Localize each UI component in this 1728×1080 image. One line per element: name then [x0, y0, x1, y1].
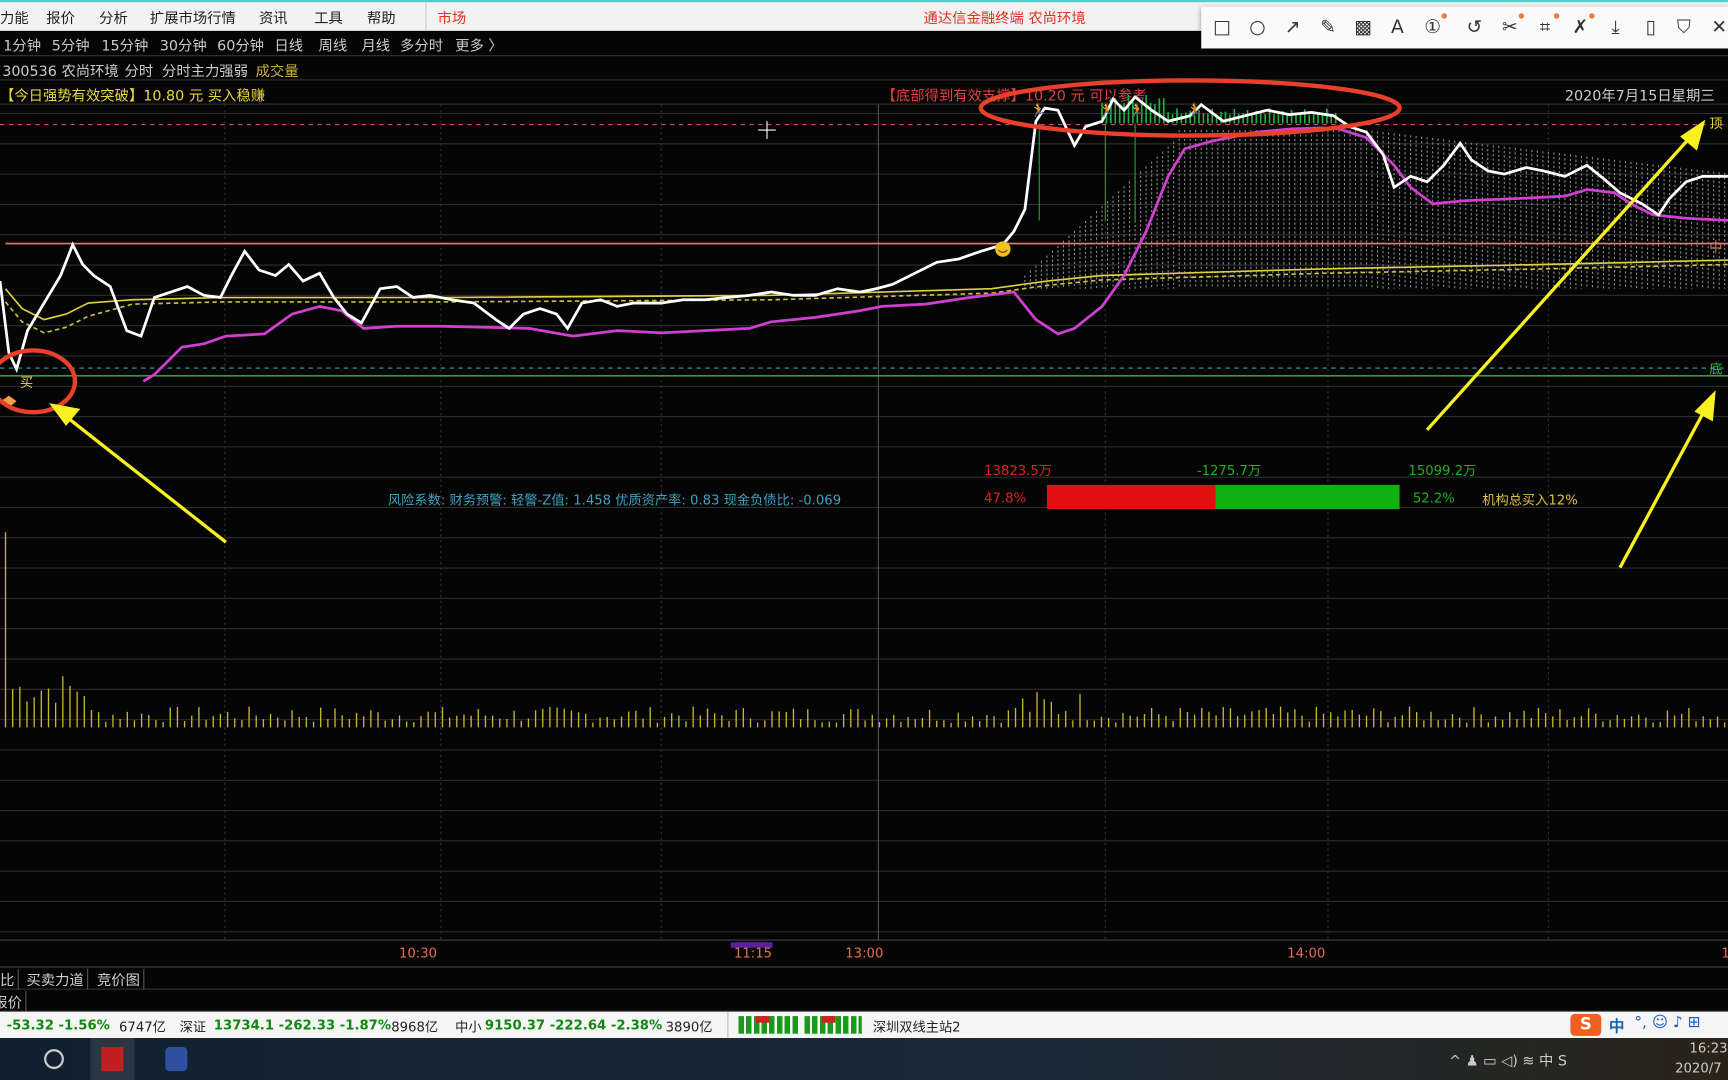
- time-label-end: 1: [1721, 946, 1728, 961]
- quote-row: 报价: [0, 989, 1728, 1012]
- ime-toolbar-icons[interactable]: °, ☺ ♪ ⊞: [1634, 1014, 1700, 1032]
- buy-amount: 15099.2万: [1408, 462, 1477, 479]
- status-bar: -53.32 -1.56% 6747亿 深证 13734.1 -262.33 -…: [0, 1011, 1728, 1039]
- phone-icon[interactable]: ▯: [1639, 15, 1663, 39]
- pin-icon[interactable]: ✗: [1568, 13, 1595, 39]
- sell-percent: 47.8%: [984, 490, 1027, 506]
- cut-icon[interactable]: ✂: [1498, 13, 1525, 39]
- runner-icon: 🏃: [1128, 103, 1144, 119]
- pencil-icon[interactable]: ✎: [1316, 15, 1340, 39]
- ime-mode[interactable]: 中: [1609, 1015, 1624, 1037]
- runner-icon: 🏃: [1099, 103, 1115, 119]
- taskbar-app-icon[interactable]: [165, 1046, 188, 1072]
- screenshot-icon[interactable]: ⌗: [1533, 13, 1560, 39]
- tab-buy-sell-force[interactable]: 买卖力道: [26, 968, 89, 990]
- text-icon[interactable]: A: [1385, 15, 1409, 39]
- annotation-arrows: [49, 119, 1716, 569]
- time-label-1400: 14:00: [1287, 945, 1326, 961]
- sell-ratio-bar: [1046, 484, 1216, 510]
- average-line-dashed: [4, 263, 1728, 334]
- tab-auction-chart[interactable]: 竞价图: [97, 968, 145, 990]
- undo-icon[interactable]: ↺: [1462, 15, 1486, 39]
- top-label: 顶: [1709, 115, 1723, 132]
- arrow-line: [1425, 133, 1694, 431]
- time-label-1300: 13:00: [845, 945, 884, 961]
- rectangle-icon[interactable]: □: [1210, 15, 1234, 39]
- buy-ratio-bar: [1215, 484, 1400, 510]
- breadth-up: [755, 1016, 770, 1023]
- time-label-1030: 10:30: [398, 945, 438, 961]
- download-icon[interactable]: ⤓: [1603, 15, 1627, 39]
- sz-volume: 8968亿: [391, 1019, 439, 1035]
- clock-date[interactable]: 2020/7: [1675, 1060, 1722, 1075]
- net-amount: -1275.7万: [1196, 462, 1262, 479]
- tab-quote[interactable]: 报价: [0, 990, 27, 1012]
- mosaic-icon[interactable]: ▩: [1351, 15, 1375, 39]
- server-name[interactable]: 深圳双线主站2: [873, 1017, 961, 1036]
- crosshair-cursor-icon: [758, 121, 776, 139]
- time-label-1115: 11:15: [733, 945, 773, 961]
- sz-index: 13734.1 -262.33 -1.87%: [213, 1017, 392, 1033]
- institution-buy: 机构总买入12%: [1482, 492, 1578, 509]
- clock-time[interactable]: 16:23: [1689, 1040, 1727, 1055]
- bookmark-icon[interactable]: ⛉: [1672, 15, 1696, 39]
- arrow-icon[interactable]: ↗: [1281, 15, 1305, 39]
- bottom-label: 底: [1709, 361, 1723, 377]
- zx-volume: 3890亿: [665, 1019, 713, 1035]
- tdx-terminal-window: 力能 报价 分析 扩展市场行情 资讯 工具 帮助 市场 通达信金融终端 农尚环境…: [0, 0, 1728, 1080]
- risk-info: 风险系数: 财务预警: 轻警-Z值: 1.458 优质资产率: 0.83 现金负…: [387, 492, 842, 509]
- annotation-toolbar: □ ○ ↗ ✎ ▩ A ① ↺ ✂ ⌗ ✗ ⤓ ▯ ⛉ ✕: [1201, 6, 1728, 49]
- arrow-head: [1694, 390, 1716, 422]
- bottom-tabs: 比 买卖力道 竞价图: [0, 966, 1728, 990]
- main-force-line: [142, 126, 1728, 383]
- mid-label: 中: [1709, 239, 1723, 255]
- notification-dot: [1441, 13, 1447, 19]
- zx-index: 9150.37 -222.64 -2.38%: [484, 1017, 663, 1033]
- sogou-ime-icon[interactable]: S: [1570, 1013, 1602, 1036]
- price-line: [0, 95, 1728, 374]
- sz-label: 深证: [179, 1019, 207, 1035]
- smiley-icon: [995, 241, 1011, 257]
- buy-percent: 52.2%: [1412, 490, 1455, 506]
- zx-label: 中小: [455, 1019, 482, 1035]
- notification-dot: [1518, 13, 1525, 19]
- buy-marker: 买: [19, 374, 34, 391]
- circle-icon[interactable]: ○: [1245, 15, 1269, 39]
- market-breadth-indicator: [804, 1016, 862, 1034]
- taskbar-app-tdx[interactable]: [90, 1038, 135, 1080]
- notification-dot: [1589, 13, 1595, 19]
- notification-dot: [1553, 13, 1560, 19]
- tdx-app-icon: [101, 1046, 124, 1072]
- sh-volume: 6747亿: [119, 1019, 166, 1035]
- runner-icon: 🏃: [1030, 103, 1046, 119]
- arrow-line: [65, 415, 227, 544]
- tab-ratio[interactable]: 比: [0, 968, 19, 990]
- breadth-up: [822, 1016, 836, 1023]
- close-icon[interactable]: ✕: [1707, 15, 1728, 39]
- system-tray-icons[interactable]: ^ ♟ ▭ ◁) ≋ 中 S: [1449, 1049, 1567, 1071]
- arrow-line: [1618, 406, 1708, 569]
- search-circle-icon[interactable]: [44, 1049, 64, 1069]
- number-icon[interactable]: ①: [1421, 13, 1447, 39]
- runner-icon: 🏃: [1187, 103, 1203, 119]
- status-divider: [727, 1011, 729, 1039]
- sh-index-change: -53.32 -1.56%: [6, 1017, 110, 1033]
- sell-amount: 13823.5万: [984, 462, 1053, 479]
- market-breadth-indicator: [738, 1016, 799, 1034]
- taskbar: ^ ♟ ▭ ◁) ≋ 中 S 16:23 2020/7: [0, 1038, 1728, 1080]
